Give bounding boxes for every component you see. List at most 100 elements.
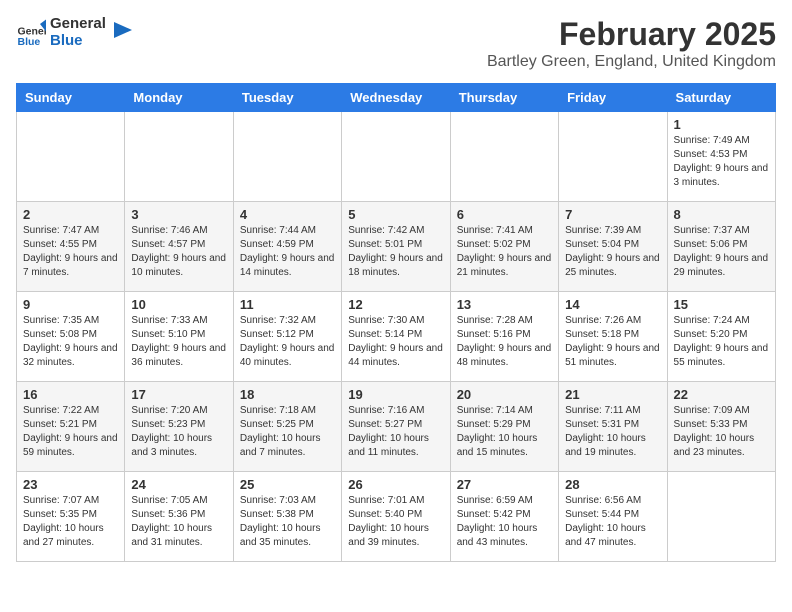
calendar-cell: 9Sunrise: 7:35 AM Sunset: 5:08 PM Daylig… bbox=[17, 292, 125, 382]
calendar-cell: 23 Sunrise: 7:07 AM Sunset: 5:35 PM Dayli… bbox=[17, 472, 125, 562]
day-detail: Sunrise: 7:37 AM Sunset: 5:06 PM Dayligh… bbox=[674, 224, 769, 280]
calendar-cell: 28 Sunrise: 6:56 AM Sunset: 5:44 PM Dayli… bbox=[559, 472, 667, 562]
col-monday: Monday bbox=[125, 84, 233, 112]
month-title: February 2025 bbox=[487, 16, 776, 53]
day-detail: Sunrise: 7:44 AM Sunset: 4:59 PM Dayligh… bbox=[240, 224, 335, 280]
calendar-cell bbox=[450, 112, 558, 202]
day-number: 11 bbox=[240, 297, 335, 312]
logo: General Blue General Blue bbox=[16, 16, 132, 49]
day-detail: Sunrise: 7:49 AM Sunset: 4:53 PM Dayligh… bbox=[674, 134, 769, 190]
day-detail: Sunrise: 7:33 AM Sunset: 5:10 PM Dayligh… bbox=[131, 314, 226, 370]
day-number: 12 bbox=[348, 297, 443, 312]
day-detail: Sunrise: 7:30 AM Sunset: 5:14 PM Dayligh… bbox=[348, 314, 443, 370]
calendar-cell: 17Sunrise: 7:20 AM Sunset: 5:23 PM Dayli… bbox=[125, 382, 233, 472]
calendar-cell bbox=[559, 112, 667, 202]
day-detail: Sunrise: 7:07 AM Sunset: 5:35 PM Dayligh… bbox=[23, 494, 118, 550]
day-number: 16 bbox=[23, 387, 118, 402]
day-number: 5 bbox=[348, 207, 443, 222]
day-detail: Sunrise: 7:22 AM Sunset: 5:21 PM Dayligh… bbox=[23, 404, 118, 460]
calendar-week-2: 2 Sunrise: 7:47 AM Sunset: 4:55 PM Daylig… bbox=[17, 202, 776, 292]
day-detail: Sunrise: 7:42 AM Sunset: 5:01 PM Dayligh… bbox=[348, 224, 443, 280]
day-number: 10 bbox=[131, 297, 226, 312]
location-title: Bartley Green, England, United Kingdom bbox=[487, 53, 776, 71]
title-area: February 2025 Bartley Green, England, Un… bbox=[487, 16, 776, 71]
calendar-cell: 11Sunrise: 7:32 AM Sunset: 5:12 PM Dayli… bbox=[233, 292, 341, 382]
calendar-cell: 8 Sunrise: 7:37 AM Sunset: 5:06 PM Daylig… bbox=[667, 202, 775, 292]
day-detail: Sunrise: 6:59 AM Sunset: 5:42 PM Dayligh… bbox=[457, 494, 552, 550]
col-sunday: Sunday bbox=[17, 84, 125, 112]
day-number: 7 bbox=[565, 207, 660, 222]
logo-general: General bbox=[50, 16, 106, 33]
day-number: 8 bbox=[674, 207, 769, 222]
calendar-cell: 4 Sunrise: 7:44 AM Sunset: 4:59 PM Daylig… bbox=[233, 202, 341, 292]
day-number: 14 bbox=[565, 297, 660, 312]
day-number: 20 bbox=[457, 387, 552, 402]
day-detail: Sunrise: 7:20 AM Sunset: 5:23 PM Dayligh… bbox=[131, 404, 226, 460]
calendar-cell: 14 Sunrise: 7:26 AM Sunset: 5:18 PM Dayli… bbox=[559, 292, 667, 382]
day-number: 9 bbox=[23, 297, 118, 312]
calendar-cell: 6Sunrise: 7:41 AM Sunset: 5:02 PM Daylig… bbox=[450, 202, 558, 292]
day-number: 15 bbox=[674, 297, 769, 312]
calendar-cell: 26Sunrise: 7:01 AM Sunset: 5:40 PM Dayli… bbox=[342, 472, 450, 562]
logo-arrow-icon bbox=[110, 22, 132, 44]
calendar-cell: 25 Sunrise: 7:03 AM Sunset: 5:38 PM Dayli… bbox=[233, 472, 341, 562]
day-detail: Sunrise: 7:47 AM Sunset: 4:55 PM Dayligh… bbox=[23, 224, 118, 280]
calendar-week-4: 16 Sunrise: 7:22 AM Sunset: 5:21 PM Dayli… bbox=[17, 382, 776, 472]
logo-icon: General Blue bbox=[16, 18, 46, 48]
svg-text:Blue: Blue bbox=[18, 36, 41, 48]
day-number: 27 bbox=[457, 477, 552, 492]
day-number: 4 bbox=[240, 207, 335, 222]
calendar-week-5: 23 Sunrise: 7:07 AM Sunset: 5:35 PM Dayli… bbox=[17, 472, 776, 562]
day-detail: Sunrise: 7:11 AM Sunset: 5:31 PM Dayligh… bbox=[565, 404, 660, 460]
day-detail: Sunrise: 7:09 AM Sunset: 5:33 PM Dayligh… bbox=[674, 404, 769, 460]
calendar-week-3: 9Sunrise: 7:35 AM Sunset: 5:08 PM Daylig… bbox=[17, 292, 776, 382]
header-row: Sunday Monday Tuesday Wednesday Thursday… bbox=[17, 84, 776, 112]
day-number: 6 bbox=[457, 207, 552, 222]
calendar-week-1: 1 Sunrise: 7:49 AM Sunset: 4:53 PM Daylig… bbox=[17, 112, 776, 202]
day-detail: Sunrise: 6:56 AM Sunset: 5:44 PM Dayligh… bbox=[565, 494, 660, 550]
calendar-cell: 7 Sunrise: 7:39 AM Sunset: 5:04 PM Daylig… bbox=[559, 202, 667, 292]
calendar-cell: 15 Sunrise: 7:24 AM Sunset: 5:20 PM Dayli… bbox=[667, 292, 775, 382]
day-detail: Sunrise: 7:39 AM Sunset: 5:04 PM Dayligh… bbox=[565, 224, 660, 280]
calendar-cell: 22 Sunrise: 7:09 AM Sunset: 5:33 PM Dayli… bbox=[667, 382, 775, 472]
calendar-cell: 19Sunrise: 7:16 AM Sunset: 5:27 PM Dayli… bbox=[342, 382, 450, 472]
calendar-cell: 2 Sunrise: 7:47 AM Sunset: 4:55 PM Daylig… bbox=[17, 202, 125, 292]
col-tuesday: Tuesday bbox=[233, 84, 341, 112]
day-detail: Sunrise: 7:46 AM Sunset: 4:57 PM Dayligh… bbox=[131, 224, 226, 280]
day-number: 2 bbox=[23, 207, 118, 222]
col-wednesday: Wednesday bbox=[342, 84, 450, 112]
calendar-cell: 21Sunrise: 7:11 AM Sunset: 5:31 PM Dayli… bbox=[559, 382, 667, 472]
day-detail: Sunrise: 7:14 AM Sunset: 5:29 PM Dayligh… bbox=[457, 404, 552, 460]
calendar-cell: 3 Sunrise: 7:46 AM Sunset: 4:57 PM Daylig… bbox=[125, 202, 233, 292]
calendar-cell: 27 Sunrise: 6:59 AM Sunset: 5:42 PM Dayli… bbox=[450, 472, 558, 562]
day-number: 28 bbox=[565, 477, 660, 492]
calendar-cell: 16 Sunrise: 7:22 AM Sunset: 5:21 PM Dayli… bbox=[17, 382, 125, 472]
day-detail: Sunrise: 7:26 AM Sunset: 5:18 PM Dayligh… bbox=[565, 314, 660, 370]
day-detail: Sunrise: 7:03 AM Sunset: 5:38 PM Dayligh… bbox=[240, 494, 335, 550]
day-detail: Sunrise: 7:28 AM Sunset: 5:16 PM Dayligh… bbox=[457, 314, 552, 370]
col-friday: Friday bbox=[559, 84, 667, 112]
logo-blue: Blue bbox=[50, 33, 106, 50]
calendar-cell bbox=[17, 112, 125, 202]
calendar-cell: 1 Sunrise: 7:49 AM Sunset: 4:53 PM Daylig… bbox=[667, 112, 775, 202]
day-detail: Sunrise: 7:24 AM Sunset: 5:20 PM Dayligh… bbox=[674, 314, 769, 370]
col-thursday: Thursday bbox=[450, 84, 558, 112]
calendar-cell: 13Sunrise: 7:28 AM Sunset: 5:16 PM Dayli… bbox=[450, 292, 558, 382]
day-number: 24 bbox=[131, 477, 226, 492]
calendar-cell bbox=[233, 112, 341, 202]
day-detail: Sunrise: 7:01 AM Sunset: 5:40 PM Dayligh… bbox=[348, 494, 443, 550]
calendar-cell: 24Sunrise: 7:05 AM Sunset: 5:36 PM Dayli… bbox=[125, 472, 233, 562]
calendar-cell: 20 Sunrise: 7:14 AM Sunset: 5:29 PM Dayli… bbox=[450, 382, 558, 472]
day-number: 25 bbox=[240, 477, 335, 492]
day-number: 22 bbox=[674, 387, 769, 402]
calendar-body: 1 Sunrise: 7:49 AM Sunset: 4:53 PM Daylig… bbox=[17, 112, 776, 562]
day-number: 3 bbox=[131, 207, 226, 222]
day-number: 1 bbox=[674, 117, 769, 132]
day-number: 23 bbox=[23, 477, 118, 492]
day-detail: Sunrise: 7:18 AM Sunset: 5:25 PM Dayligh… bbox=[240, 404, 335, 460]
calendar-cell bbox=[667, 472, 775, 562]
day-number: 18 bbox=[240, 387, 335, 402]
day-number: 19 bbox=[348, 387, 443, 402]
calendar-cell bbox=[125, 112, 233, 202]
calendar-cell: 5 Sunrise: 7:42 AM Sunset: 5:01 PM Daylig… bbox=[342, 202, 450, 292]
